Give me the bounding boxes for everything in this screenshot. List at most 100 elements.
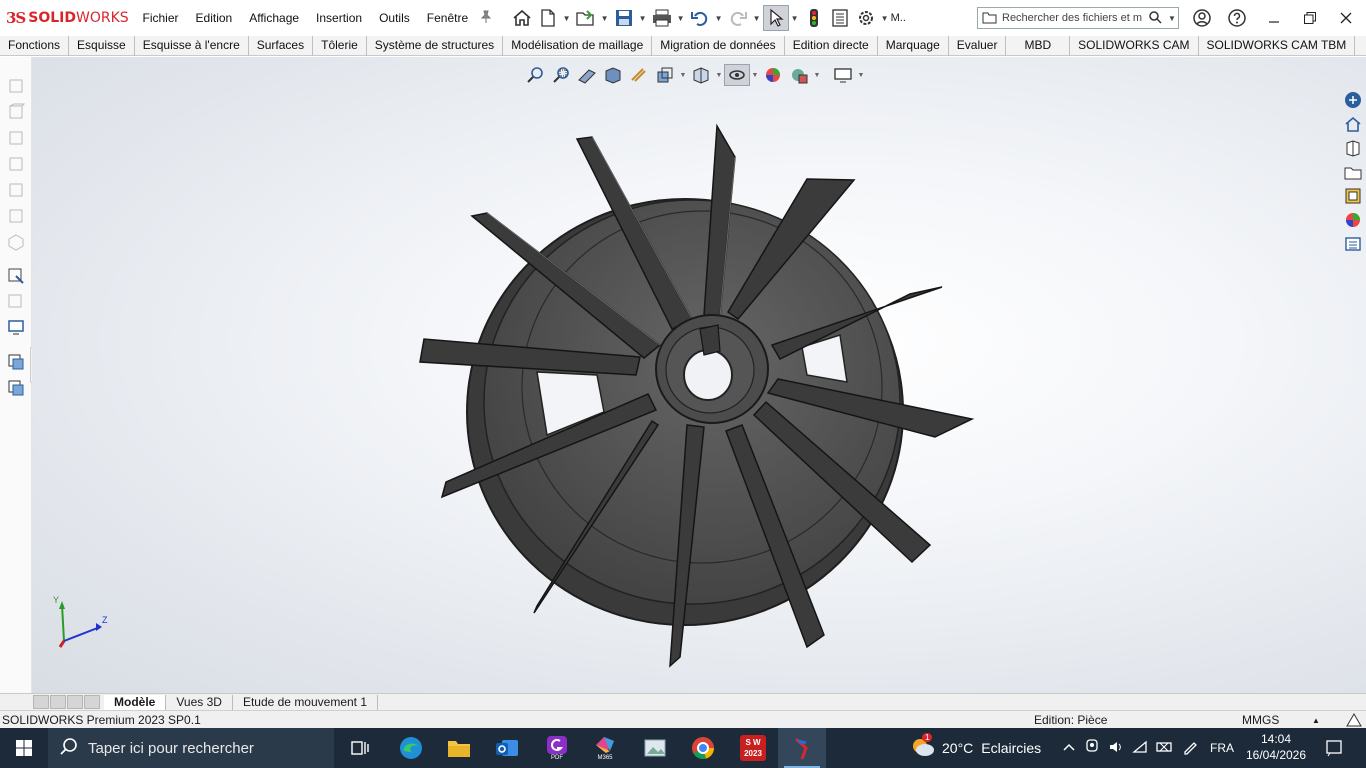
tab-solidworks-cam[interactable]: SOLIDWORKS CAM [1070, 36, 1199, 56]
tab-tolerie[interactable]: Tôlerie [313, 36, 367, 56]
webcam-icon[interactable] [1080, 738, 1104, 758]
notifications-icon[interactable] [1316, 728, 1352, 768]
display-style-icon[interactable] [688, 64, 714, 86]
task-view-icon[interactable] [340, 728, 380, 768]
pen-icon[interactable] [1176, 739, 1204, 758]
save-icon[interactable] [611, 5, 637, 31]
left-view-icon[interactable] [7, 155, 25, 173]
solidworks-logo[interactable]: 3S SOLIDWORKS [6, 9, 134, 27]
new-dropdown-icon[interactable]: ▼ [561, 14, 573, 23]
back-view-icon[interactable] [7, 129, 25, 147]
minimize-icon[interactable] [1256, 0, 1292, 36]
file-explorer-taskbar-icon[interactable] [436, 728, 482, 768]
tab-esquisse-encre[interactable]: Esquisse à l'encre [135, 36, 249, 56]
pdf-gear-icon[interactable]: PDF [534, 728, 580, 768]
tab-esquisse[interactable]: Esquisse [69, 36, 135, 56]
front-view-icon[interactable] [7, 103, 26, 121]
print-icon[interactable] [649, 5, 675, 31]
right-view-icon[interactable] [7, 181, 25, 199]
apply-scene-icon[interactable] [786, 64, 812, 86]
weather-widget[interactable]: 1 20°C Eclaircies [910, 728, 1041, 768]
close-icon[interactable] [1328, 0, 1364, 36]
redo-icon[interactable] [725, 5, 751, 31]
options-dropdown-icon[interactable]: ▼ [879, 14, 891, 23]
apply-scene-dropdown-icon[interactable]: ▼ [812, 72, 822, 79]
help-icon[interactable] [1219, 0, 1255, 36]
menu-fenetre[interactable]: Fenêtre [418, 11, 476, 25]
edit-appearance-icon[interactable] [760, 64, 786, 86]
user-menu[interactable]: M.. [891, 12, 915, 24]
clock[interactable]: 14:04 16/04/2026 [1244, 731, 1308, 763]
file-properties-icon[interactable] [827, 5, 853, 31]
view-orientation-icon[interactable] [652, 64, 678, 86]
insert-component-icon[interactable] [7, 379, 25, 397]
show-hidden-icons-icon[interactable] [1058, 741, 1080, 755]
undo-dropdown-icon[interactable]: ▼ [713, 14, 725, 23]
tab-systeme-structures[interactable]: Système de structures [367, 36, 504, 56]
volume-icon[interactable] [1104, 740, 1128, 757]
view-orientation-dropdown-icon[interactable]: ▼ [678, 72, 688, 79]
menu-edition[interactable]: Edition [187, 11, 241, 25]
search-dropdown-icon[interactable]: ▼ [1168, 14, 1176, 23]
graphics-area[interactable]: Y Z [32, 57, 1366, 693]
pin-icon[interactable] [477, 10, 495, 27]
tab-vues-3d[interactable]: Vues 3D [166, 694, 233, 710]
select-cursor-icon[interactable] [762, 5, 789, 31]
undo-icon[interactable] [687, 5, 713, 31]
wifi-icon[interactable] [1128, 740, 1152, 757]
unit-system[interactable]: MMGS [1242, 713, 1279, 727]
solidworks-resources-icon[interactable] [1342, 89, 1364, 111]
top-view-icon[interactable] [7, 207, 25, 225]
tab-modele[interactable]: Modèle [104, 694, 167, 710]
photo-viewer-icon[interactable] [632, 728, 678, 768]
tab-solidworks-cam-tbm[interactable]: SOLIDWORKS CAM TBM [1199, 36, 1356, 56]
last-tab-button[interactable] [84, 695, 100, 709]
face-view-icon[interactable] [7, 77, 25, 95]
display-icon[interactable] [7, 319, 25, 337]
chrome-icon[interactable] [680, 728, 726, 768]
units-up-icon[interactable]: ▲ [1312, 716, 1320, 725]
tab-fonctions[interactable]: Fonctions [0, 36, 70, 56]
tab-etude-mouvement[interactable]: Etude de mouvement 1 [233, 694, 379, 710]
appearances-scenes-icon[interactable] [1342, 209, 1364, 231]
redo-dropdown-icon[interactable]: ▼ [751, 14, 763, 23]
menu-affichage[interactable]: Affichage [241, 11, 308, 25]
select-dropdown-icon[interactable]: ▼ [789, 14, 801, 23]
menu-insertion[interactable]: Insertion [308, 11, 371, 25]
edit-sketch-icon[interactable] [7, 293, 25, 311]
design-library-icon[interactable] [1342, 137, 1364, 159]
hide-show-dropdown-icon[interactable]: ▼ [750, 72, 760, 79]
zoom-to-fit-icon[interactable] [522, 64, 548, 86]
tab-evaluer[interactable]: Evaluer [949, 36, 1007, 56]
tab-modelisation-maillage[interactable]: Modélisation de maillage [503, 36, 653, 56]
tab-surfaces[interactable]: Surfaces [249, 36, 314, 56]
open-dropdown-icon[interactable]: ▼ [599, 14, 611, 23]
tab-migration-donnees[interactable]: Migration de données [652, 36, 785, 56]
save-dropdown-icon[interactable]: ▼ [637, 14, 649, 23]
zoom-to-area-icon[interactable] [548, 64, 574, 86]
options-gear-icon[interactable] [853, 5, 879, 31]
view-palette-icon[interactable] [1342, 185, 1364, 207]
restore-icon[interactable] [1292, 0, 1328, 36]
account-icon[interactable] [1184, 0, 1220, 36]
isometric-view-icon[interactable] [7, 233, 25, 251]
magnifier-icon[interactable] [1148, 10, 1162, 27]
tab-mbd[interactable]: MBD [1006, 36, 1071, 56]
open-folder-icon[interactable] [573, 5, 599, 31]
outlook-icon[interactable] [484, 728, 530, 768]
menu-outils[interactable]: Outils [371, 11, 419, 25]
view-settings-icon[interactable] [830, 64, 856, 86]
view-settings-dropdown-icon[interactable]: ▼ [856, 72, 866, 79]
insert-part-icon[interactable] [7, 353, 25, 371]
task-home-icon[interactable] [1342, 113, 1364, 135]
file-explorer-icon[interactable] [1342, 161, 1364, 183]
print-dropdown-icon[interactable]: ▼ [675, 14, 687, 23]
next-tab-button[interactable] [67, 695, 83, 709]
taskbar-search-input[interactable]: Taper ici pour rechercher [48, 728, 334, 768]
windows-start-icon[interactable] [0, 728, 48, 768]
edge-browser-icon[interactable] [388, 728, 434, 768]
search-files-input[interactable]: Rechercher des fichiers et m ▼ [977, 7, 1179, 29]
previous-view-icon[interactable] [574, 64, 600, 86]
section-view-icon[interactable] [600, 64, 626, 86]
fan-impeller-model[interactable] [32, 57, 1366, 693]
